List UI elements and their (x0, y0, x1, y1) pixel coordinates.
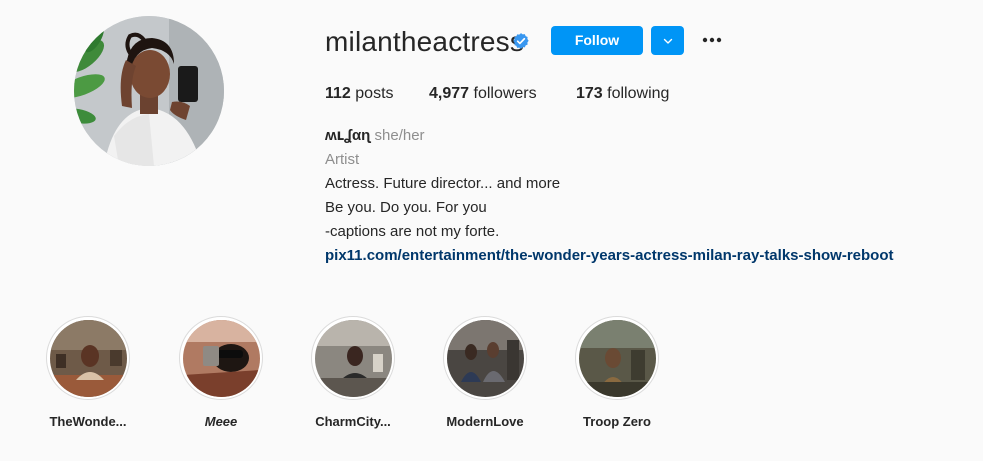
posts-count: 112 (325, 85, 351, 102)
highlight-ring (46, 316, 130, 400)
ellipsis-icon (702, 37, 722, 43)
follow-button[interactable]: Follow (551, 26, 643, 55)
profile-bio: ʍւʆαɳ she/her Artist Actress. Future dir… (325, 124, 894, 268)
highlight-ring (575, 316, 659, 400)
followers-count: 4,977 (429, 85, 470, 102)
profile-username: milantheactress (325, 26, 525, 57)
followers-label: followers (473, 85, 537, 102)
posts-label: posts (355, 85, 394, 102)
story-highlights: TheWonde... Meee CharmCity... ModernLove… (0, 316, 983, 446)
category-label: Artist (325, 151, 360, 168)
highlight-cover (314, 319, 392, 397)
highlight-label: Troop Zero (583, 414, 651, 429)
bio-line: Be you. Do you. For you (325, 199, 487, 216)
highlight-item[interactable]: Troop Zero (557, 316, 677, 430)
highlight-item[interactable]: ModernLove (425, 316, 545, 430)
posts-stat: 112 posts (325, 84, 394, 104)
highlight-label: TheWonde... (49, 414, 127, 429)
verified-badge-icon (513, 33, 529, 49)
bio-external-link[interactable]: pix11.com/entertainment/the-wonder-years… (325, 247, 894, 264)
highlight-ring (311, 316, 395, 400)
highlight-ring (443, 316, 527, 400)
following-label: following (607, 85, 670, 102)
bio-name-line: ʍւʆαɳ she/her (325, 124, 894, 148)
chevron-down-icon (663, 38, 672, 44)
suggestions-dropdown-button[interactable] (651, 26, 684, 55)
followers-stat[interactable]: 4,977 followers (429, 84, 537, 104)
highlight-label: Meee (204, 414, 238, 429)
display-name: ʍւʆαɳ (325, 127, 371, 144)
more-options-button[interactable] (700, 30, 724, 50)
highlight-cover (578, 319, 656, 397)
highlight-item[interactable]: Meee (161, 316, 281, 430)
highlight-cover (446, 319, 524, 397)
highlight-label: ModernLove (446, 414, 524, 429)
highlight-item[interactable]: TheWonde... (28, 316, 148, 430)
bio-line: -captions are not my forte. (325, 223, 500, 240)
highlight-ring (179, 316, 263, 400)
bio-line: Actress. Future director... and more (325, 175, 561, 192)
pronouns: she/her (374, 127, 425, 144)
highlight-item[interactable]: CharmCity... (293, 316, 413, 430)
avatar-photo (74, 16, 224, 166)
following-stat[interactable]: 173 following (576, 84, 669, 104)
profile-avatar[interactable] (74, 16, 224, 166)
highlight-label: CharmCity... (315, 414, 391, 429)
following-count: 173 (576, 85, 603, 102)
highlight-cover (49, 319, 127, 397)
highlight-cover (182, 319, 260, 397)
